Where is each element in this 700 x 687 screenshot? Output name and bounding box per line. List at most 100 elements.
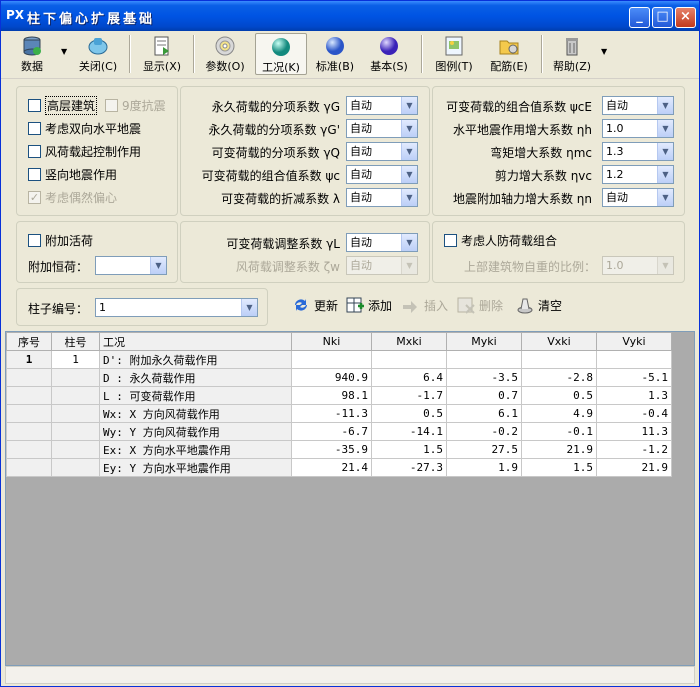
vxki-cell[interactable] xyxy=(521,350,597,369)
header-nki[interactable]: Nki xyxy=(291,332,372,351)
header-vyki[interactable]: Vyki xyxy=(596,332,672,351)
gamma-q-select[interactable]: 自动 ▼ xyxy=(346,142,418,161)
chevron-down-icon[interactable]: ▼ xyxy=(401,166,417,183)
add-button[interactable]: 添加 xyxy=(345,293,392,317)
chevron-down-icon[interactable]: ▼ xyxy=(657,97,673,114)
chevron-down-icon[interactable]: ▼ xyxy=(401,189,417,206)
load-case-button[interactable]: 工况(K) xyxy=(255,33,307,75)
mxki-cell[interactable] xyxy=(371,350,447,369)
vyki-cell[interactable]: -0.4 xyxy=(596,404,672,423)
chevron-down-icon[interactable]: ▼ xyxy=(401,97,417,114)
checkbox-box[interactable] xyxy=(28,98,41,112)
chevron-down-icon[interactable]: ▼ xyxy=(401,120,417,137)
myki-cell[interactable] xyxy=(446,350,522,369)
chevron-down-icon[interactable]: ▼ xyxy=(401,234,417,251)
help-dropdown-arrow[interactable]: ▼ xyxy=(601,47,607,56)
table-row[interactable]: L : 可变荷载作用 98.1 -1.7 0.7 0.5 1.3 xyxy=(6,386,672,405)
additional-dead-load-select[interactable]: ▼ xyxy=(95,256,167,275)
table-row[interactable]: Ex: X 方向水平地震作用 -35.9 1.5 27.5 21.9 -1.2 xyxy=(6,440,672,459)
vxki-cell[interactable]: 4.9 xyxy=(521,404,597,423)
header-myki[interactable]: Myki xyxy=(446,332,522,351)
myki-cell[interactable]: 0.7 xyxy=(446,386,522,405)
vxki-cell[interactable]: 0.5 xyxy=(521,386,597,405)
vxki-cell[interactable]: 1.5 xyxy=(521,458,597,477)
nki-cell[interactable]: 21.4 xyxy=(291,458,372,477)
additional-live-load-checkbox[interactable]: 附加活荷 xyxy=(28,231,93,249)
nki-cell[interactable]: -35.9 xyxy=(291,440,372,459)
horizontal-scrollbar[interactable] xyxy=(5,666,695,684)
header-load-case[interactable]: 工况 xyxy=(99,332,292,351)
vyki-cell[interactable]: -5.1 xyxy=(596,368,672,387)
mxki-cell[interactable]: 6.4 xyxy=(371,368,447,387)
bidirectional-quake-checkbox[interactable]: 考虑双向水平地震 xyxy=(28,119,141,137)
checkbox-box[interactable] xyxy=(28,144,41,158)
high-building-checkbox[interactable]: 高层建筑 xyxy=(28,95,98,115)
eta-vc-select[interactable]: 1.2 ▼ xyxy=(602,165,674,184)
header-column-no[interactable]: 柱号 xyxy=(51,332,100,351)
vxki-cell[interactable]: 21.9 xyxy=(521,440,597,459)
eta-n-select[interactable]: 自动 ▼ xyxy=(602,188,674,207)
gamma-l-select[interactable]: 自动 ▼ xyxy=(346,233,418,252)
psi-ce-select[interactable]: 自动 ▼ xyxy=(602,96,674,115)
data-dropdown-arrow[interactable]: ▼ xyxy=(61,47,67,56)
mxki-cell[interactable]: -1.7 xyxy=(371,386,447,405)
nki-cell[interactable]: 940.9 xyxy=(291,368,372,387)
gamma-g-prime-select[interactable]: 自动 ▼ xyxy=(346,119,418,138)
table-row[interactable]: Wx: X 方向风荷载作用 -11.3 0.5 6.1 4.9 -0.4 xyxy=(6,404,672,423)
mxki-cell[interactable]: -14.1 xyxy=(371,422,447,441)
myki-cell[interactable]: -3.5 xyxy=(446,368,522,387)
vyki-cell[interactable]: 11.3 xyxy=(596,422,672,441)
basic-button[interactable]: 基本(S) xyxy=(363,33,415,75)
params-button[interactable]: 参数(O) xyxy=(199,33,251,75)
header-vxki[interactable]: Vxki xyxy=(521,332,597,351)
nki-cell[interactable] xyxy=(291,350,372,369)
vxki-cell[interactable]: -2.8 xyxy=(521,368,597,387)
vyki-cell[interactable]: 21.9 xyxy=(596,458,672,477)
column-number-select[interactable]: 1 ▼ xyxy=(95,298,258,317)
lambda-select[interactable]: 自动 ▼ xyxy=(346,188,418,207)
nki-cell[interactable]: 98.1 xyxy=(291,386,372,405)
checkbox-box[interactable] xyxy=(28,167,41,181)
help-button[interactable]: 帮助(Z) xyxy=(547,33,597,75)
checkbox-box[interactable] xyxy=(28,121,41,135)
chevron-down-icon[interactable]: ▼ xyxy=(401,143,417,160)
table-row[interactable]: 1 1 D': 附加永久荷载作用 xyxy=(6,350,672,369)
mxki-cell[interactable]: 0.5 xyxy=(371,404,447,423)
clear-button[interactable]: 清空 xyxy=(515,293,562,317)
checkbox-box[interactable] xyxy=(28,233,41,247)
column-number-cell[interactable]: 1 xyxy=(51,350,100,369)
checkbox-box[interactable] xyxy=(444,233,457,247)
eta-h-select[interactable]: 1.0 ▼ xyxy=(602,119,674,138)
minimize-button[interactable]: _ xyxy=(629,7,650,28)
standard-button[interactable]: 标准(B) xyxy=(309,33,361,75)
vxki-cell[interactable]: -0.1 xyxy=(521,422,597,441)
maximize-button[interactable]: □ xyxy=(652,7,673,28)
vyki-cell[interactable]: 1.3 xyxy=(596,386,672,405)
psi-c-select[interactable]: 自动 ▼ xyxy=(346,165,418,184)
table-row[interactable]: D : 永久荷载作用 940.9 6.4 -3.5 -2.8 -5.1 xyxy=(6,368,672,387)
myki-cell[interactable]: 27.5 xyxy=(446,440,522,459)
display-button[interactable]: 显示(X) xyxy=(137,33,187,75)
data-button[interactable]: 数据 xyxy=(11,33,53,75)
chevron-down-icon[interactable]: ▼ xyxy=(241,299,257,316)
vyki-cell[interactable]: -1.2 xyxy=(596,440,672,459)
mxki-cell[interactable]: 1.5 xyxy=(371,440,447,459)
table-row[interactable]: Ey: Y 方向水平地震作用 21.4 -27.3 1.9 1.5 21.9 xyxy=(6,458,672,477)
load-case-grid[interactable]: 序号 柱号 工况 Nki Mxki Myki Vxki Vyki 1 1 D':… xyxy=(5,331,695,666)
civil-defense-checkbox[interactable]: 考虑人防荷载组合 xyxy=(444,231,557,249)
chevron-down-icon[interactable]: ▼ xyxy=(657,166,673,183)
header-index[interactable]: 序号 xyxy=(6,332,52,351)
vyki-cell[interactable] xyxy=(596,350,672,369)
rebar-button[interactable]: 配筋(E) xyxy=(483,33,535,75)
header-mxki[interactable]: Mxki xyxy=(371,332,447,351)
close-tool-button[interactable]: 关闭(C) xyxy=(73,33,123,75)
eta-mc-select[interactable]: 1.3 ▼ xyxy=(602,142,674,161)
nki-cell[interactable]: -11.3 xyxy=(291,404,372,423)
chevron-down-icon[interactable]: ▼ xyxy=(657,189,673,206)
chevron-down-icon[interactable]: ▼ xyxy=(657,143,673,160)
myki-cell[interactable]: -0.2 xyxy=(446,422,522,441)
title-bar[interactable]: PX 柱下偏心扩展基础 _ □ × xyxy=(1,1,699,31)
table-row[interactable]: Wy: Y 方向风荷载作用 -6.7 -14.1 -0.2 -0.1 11.3 xyxy=(6,422,672,441)
nki-cell[interactable]: -6.7 xyxy=(291,422,372,441)
chevron-down-icon[interactable]: ▼ xyxy=(657,120,673,137)
